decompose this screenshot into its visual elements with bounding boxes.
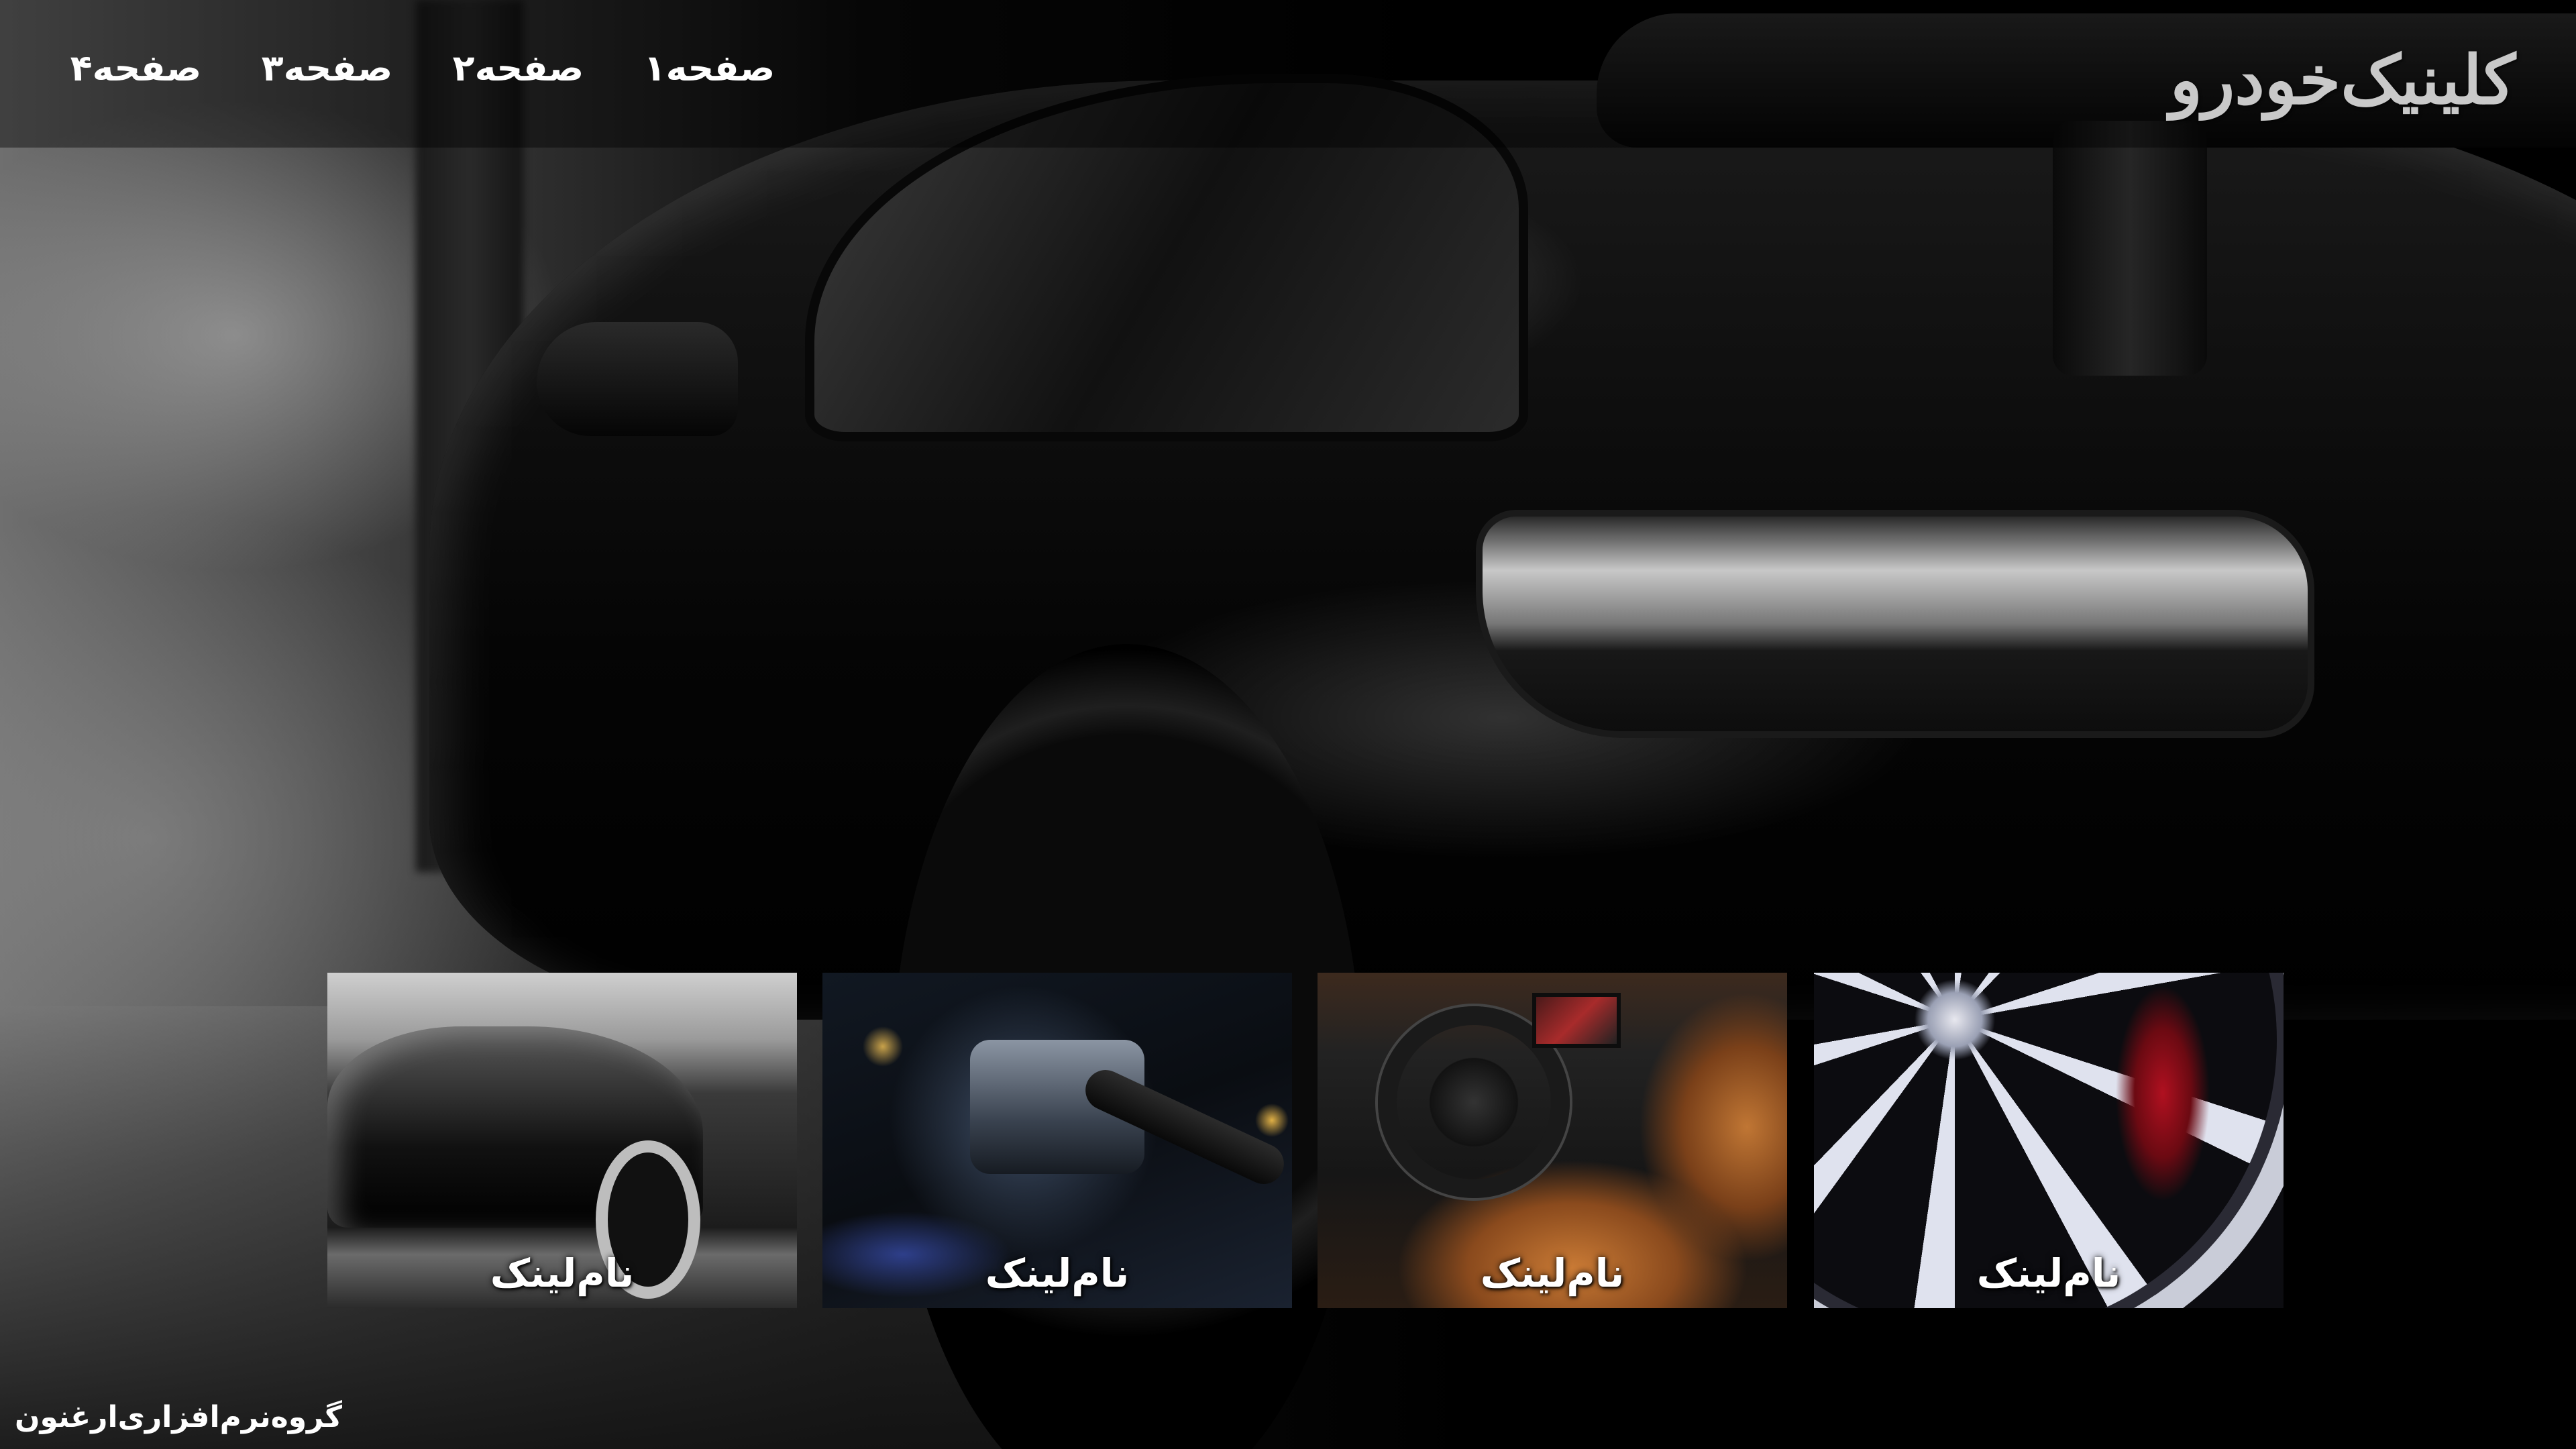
hero-car-taillight — [1476, 510, 2314, 738]
footer-credit: گروه‌نرم‌افزاری‌ارغنون — [15, 1400, 342, 1434]
link-tiles: نام‌لینک نام‌لینک نام‌لینک نام‌لینک — [327, 973, 2284, 1308]
main-nav: صفحه۱ صفحه۲ صفحه۳ صفحه۴ — [40, 47, 805, 89]
tile-caption[interactable]: نام‌لینک — [1814, 1250, 2284, 1296]
tile-supercar[interactable]: نام‌لینک — [327, 973, 797, 1308]
hero-car-mirror — [537, 322, 738, 436]
tile-engine[interactable]: نام‌لینک — [822, 973, 1292, 1308]
nav-link-page3[interactable]: صفحه۳ — [231, 47, 423, 89]
tile-caption[interactable]: نام‌لینک — [327, 1250, 797, 1296]
tile-wheel[interactable]: نام‌لینک — [1814, 973, 2284, 1308]
dashboard-screen — [1532, 993, 1621, 1048]
tile-interior[interactable]: نام‌لینک — [1318, 973, 1787, 1308]
nav-link-page4[interactable]: صفحه۴ — [40, 47, 231, 89]
tile-caption[interactable]: نام‌لینک — [1318, 1250, 1787, 1296]
nav-link-page2[interactable]: صفحه۲ — [423, 47, 614, 89]
brand-logo[interactable]: کلینیک‌خودرو — [2170, 40, 2516, 119]
tile-caption[interactable]: نام‌لینک — [822, 1250, 1292, 1296]
header-bar: کلینیک‌خودرو صفحه۱ صفحه۲ صفحه۳ صفحه۴ — [0, 0, 2576, 148]
nav-link-page1[interactable]: صفحه۱ — [614, 47, 805, 89]
hero-car-spoiler-post — [2053, 121, 2207, 376]
